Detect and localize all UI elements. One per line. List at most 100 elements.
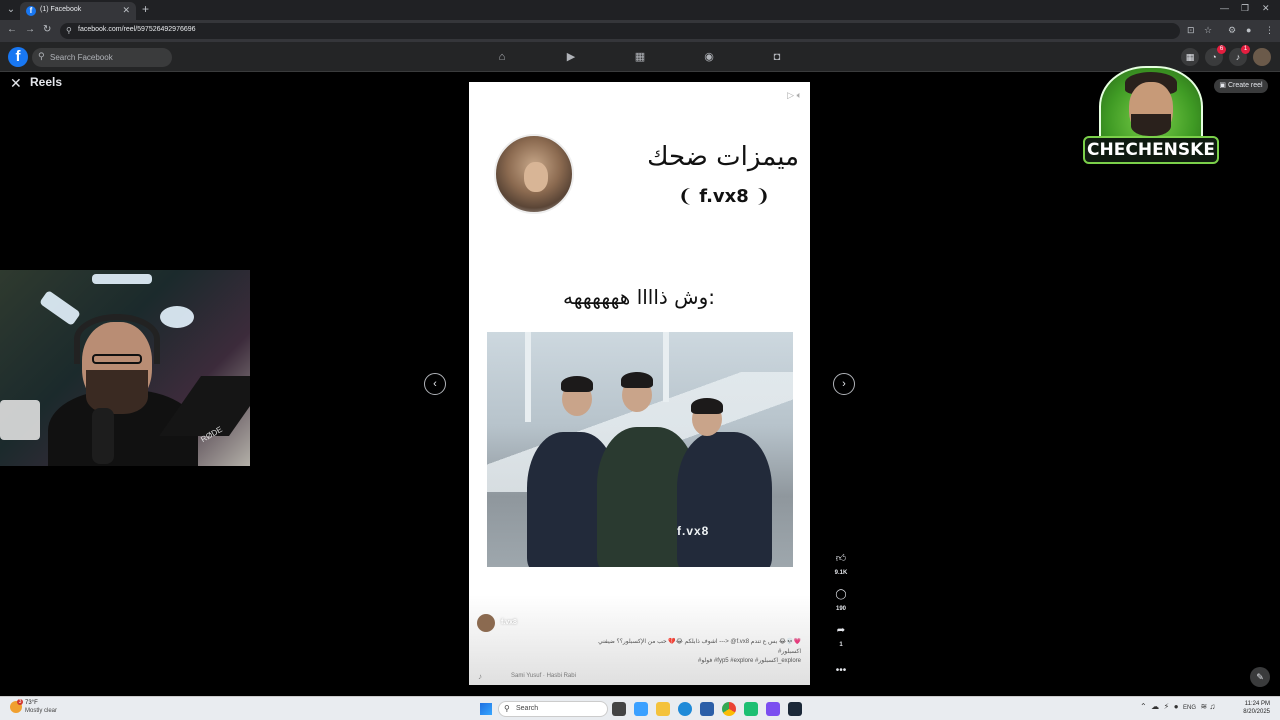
profile-avatar[interactable] — [1253, 48, 1271, 66]
file-explorer-icon[interactable] — [656, 702, 670, 716]
comment-count: 190 — [835, 606, 846, 612]
reel-description-line1: اشوف ذابلكم 😂💔 حب من الإكسبلور؟؟ ضيفني -… — [598, 639, 801, 645]
reel-top-controls: ▷ 🔈︎ — [787, 90, 802, 101]
url-field[interactable]: ⚲ facebook.com/reel/597526492976696 — [60, 23, 1180, 39]
author-avatar[interactable] — [477, 614, 495, 632]
home-icon[interactable]: ⌂ — [495, 50, 509, 64]
windows-start-icon[interactable] — [480, 703, 492, 715]
bluetooth-icon[interactable]: ⚡ — [1164, 702, 1170, 711]
photo-watermark: f.vx8 — [677, 524, 710, 538]
steam-icon[interactable] — [788, 702, 802, 716]
create-reel-icon: ▣ — [1219, 82, 1228, 89]
reel-handle-text: f.vx8 — [699, 186, 749, 207]
volume-icon[interactable]: ♫ — [1209, 702, 1215, 711]
music-icon: ♪ — [478, 672, 482, 681]
next-reel-button[interactable]: › — [833, 373, 855, 395]
more-action[interactable]: ••• — [832, 662, 850, 680]
close-reels-icon[interactable]: ✕ — [10, 75, 22, 92]
room-wall — [0, 400, 40, 440]
messenger-badge: 6 — [1217, 45, 1226, 54]
taskbar-clock[interactable]: 11:24 PM 8/20/2025 — [1240, 700, 1270, 716]
channel-logo: CHECHENSKE — [1083, 60, 1219, 178]
site-info-icon[interactable]: ⚲ — [66, 26, 72, 35]
notifications-bell-icon[interactable]: ♪ 1 — [1229, 45, 1250, 66]
app-icon-green[interactable] — [744, 702, 758, 716]
play-icon[interactable]: ▷ — [787, 90, 794, 100]
tray-chevron-icon[interactable]: ⌃ — [1140, 702, 1147, 711]
music-label[interactable]: Sami Yusuf · Hasbi Rabi — [511, 673, 576, 679]
facebook-favicon-icon: f — [26, 6, 36, 16]
logo-beard — [1131, 114, 1171, 136]
forward-icon[interactable]: → — [25, 24, 35, 35]
language-indicator[interactable]: ENG — [1183, 705, 1196, 711]
comment-action[interactable]: ◯ 190 — [832, 586, 850, 612]
window-close-icon[interactable]: ✕ — [1262, 3, 1270, 14]
previous-reel-button[interactable]: ‹ — [424, 373, 446, 395]
share-icon[interactable]: ➦ — [832, 622, 850, 640]
bookmark-star-icon[interactable]: ☆ — [1204, 25, 1212, 36]
create-reel-button[interactable]: ▣ Create reel — [1214, 79, 1268, 93]
groups-icon[interactable]: ◉ — [702, 50, 716, 64]
hair-right — [691, 398, 723, 414]
windows-taskbar: 3 73°F Mostly clear ⚲ Search ⌃ ☁ ⚡ ● ENG… — [0, 696, 1280, 720]
reload-icon[interactable]: ↻ — [43, 24, 51, 35]
reel-handle: ❨ f.vx8 ❩ — [649, 186, 799, 207]
facebook-search[interactable]: ⚲ — [32, 48, 172, 67]
taskbar-search[interactable]: ⚲ Search — [498, 701, 608, 717]
person-right — [677, 432, 772, 567]
weather-description: Mostly clear — [25, 708, 58, 714]
more-options-icon[interactable]: ••• — [832, 662, 850, 680]
author-name[interactable]: f.vx8 — [501, 619, 517, 626]
chrome-icon[interactable] — [722, 702, 736, 716]
minaret-center — [663, 332, 669, 402]
reel-video[interactable]: ▷ 🔈︎ ميمزات ضحك ❨ f.vx8 ❩ وش ذاااا ههههه… — [469, 82, 810, 685]
marketplace-icon[interactable]: ▦ — [633, 50, 647, 64]
network-icon[interactable]: ☁ — [1151, 702, 1159, 711]
comment-icon[interactable]: ◯ — [832, 586, 850, 604]
browser-menu-icon[interactable]: ⋮ — [1265, 25, 1274, 36]
reel-description-line3[interactable]: #فولو #fyp5 #explore #اكسبلور_explore — [529, 657, 801, 666]
browser-tab[interactable]: f (1) Facebook ✕ — [20, 2, 136, 20]
hair-left — [561, 376, 593, 392]
store-icon[interactable] — [700, 702, 714, 716]
back-icon[interactable]: ← — [7, 24, 17, 35]
profile-icon[interactable]: ● — [1246, 25, 1251, 35]
wifi-icon[interactable]: ≋ — [1200, 702, 1207, 711]
app-icon-purple[interactable] — [766, 702, 780, 716]
url-text: facebook.com/reel/597526492976696 — [78, 26, 196, 33]
gaming-icon[interactable]: ◘ — [770, 50, 784, 64]
task-view-icon[interactable] — [612, 702, 626, 716]
edge-icon[interactable] — [678, 702, 692, 716]
search-icon: ⚲ — [38, 51, 45, 61]
compose-message-icon[interactable]: ✎ — [1250, 667, 1270, 687]
clock-time: 11:24 PM — [1244, 701, 1270, 707]
like-icon[interactable]: 👍︎ — [832, 550, 850, 568]
copilot-icon[interactable] — [634, 702, 648, 716]
tab-title: (1) Facebook — [40, 6, 82, 13]
create-reel-label: Create reel — [1227, 82, 1263, 89]
maximize-icon[interactable]: ❐ — [1241, 3, 1249, 14]
mic-tray-icon[interactable]: ● — [1174, 702, 1179, 711]
streamer-beard — [86, 370, 148, 414]
system-tray[interactable]: ⌃ ☁ ⚡ ● ENG ≋ ♫ — [1140, 702, 1215, 711]
minimize-icon[interactable]: — — [1220, 3, 1229, 13]
like-action[interactable]: 👍︎ 9.1K — [832, 550, 850, 576]
search-input[interactable] — [50, 50, 165, 64]
chevron-left-icon: ‹ — [433, 378, 437, 390]
video-icon[interactable]: ▶ — [564, 50, 578, 64]
leaf-left-icon: ❨ — [677, 186, 700, 207]
facebook-logo-icon[interactable]: f — [8, 47, 28, 67]
notification-badge: 1 — [1241, 45, 1250, 54]
hair-center — [621, 372, 653, 388]
extensions-icon[interactable]: ⚙ — [1228, 25, 1236, 36]
reels-title: Reels — [30, 75, 63, 89]
share-action[interactable]: ➦ 1 — [832, 622, 850, 648]
close-tab-icon[interactable]: ✕ — [122, 5, 130, 16]
reel-description-line2[interactable]: #اكسبلور — [529, 648, 801, 657]
tab-list-icon[interactable]: ⌄ — [4, 3, 18, 17]
install-app-icon[interactable]: ⊡ — [1187, 25, 1195, 36]
new-tab-icon[interactable]: + — [142, 2, 149, 16]
avatar-face — [524, 162, 548, 192]
mute-icon[interactable]: 🔈︎ — [797, 90, 802, 100]
channel-name: CHECHENSKE — [1083, 136, 1219, 164]
